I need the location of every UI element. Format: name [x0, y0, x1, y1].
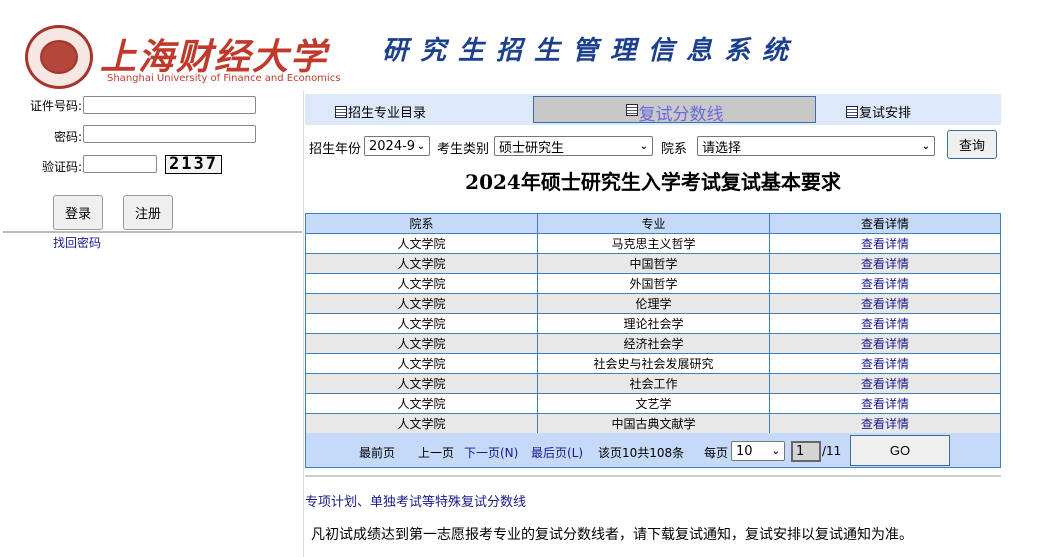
captcha-input[interactable] — [83, 155, 157, 173]
chevron-down-icon: ⌄ — [771, 445, 780, 457]
per-page-select[interactable]: 10 ⌄ — [731, 441, 785, 461]
id-number-label: 证件号码: — [29, 99, 82, 113]
tab-retest-schedule[interactable]: 复试安排 — [846, 102, 911, 121]
column-header-department: 院系 — [305, 213, 538, 234]
retest-notice: 凡初试成绩达到第一志愿报考专业的复试分数线者，请下载复试通知，复试安排以复试通知… — [311, 527, 913, 543]
candidate-type-value: 硕士研究生 — [499, 140, 565, 156]
per-page-label: 每页 — [704, 446, 729, 460]
page-number-input[interactable]: 1 — [791, 441, 821, 462]
major-cell: 中国古典文献学 — [537, 413, 770, 434]
chevron-down-icon: ⌄ — [639, 140, 648, 152]
year-select[interactable]: 2024-9 ⌄ — [364, 136, 430, 156]
department-cell: 人文学院 — [305, 253, 538, 274]
table-row: 人文学院 中国哲学 查看详情 — [305, 253, 1001, 274]
details-link[interactable]: 查看详情 — [769, 293, 1001, 314]
captcha-image[interactable]: 2137 — [165, 155, 222, 174]
major-cell: 经济社会学 — [537, 333, 770, 354]
per-page-value: 10 — [736, 443, 753, 459]
details-link[interactable]: 查看详情 — [769, 333, 1001, 354]
column-header-details: 查看详情 — [769, 213, 1001, 234]
special-score-line-link[interactable]: 专项计划、单独考试等特殊复试分数线 — [305, 491, 526, 510]
major-cell: 马克思主义哲学 — [537, 233, 770, 254]
details-link[interactable]: 查看详情 — [769, 233, 1001, 254]
details-link[interactable]: 查看详情 — [769, 253, 1001, 274]
prev-page-link[interactable]: 上一页 — [418, 444, 454, 461]
details-link[interactable]: 查看详情 — [769, 413, 1001, 434]
tab-label: 复试安排 — [859, 106, 912, 121]
score-line-table: 院系 专业 查看详情 人文学院 马克思主义哲学 查看详情 人文学院 中国哲学 查看详情 人文… — [305, 213, 1001, 434]
department-cell: 人文学院 — [305, 353, 538, 374]
total-pages: /11 — [822, 444, 842, 458]
table-row: 人文学院 外国哲学 查看详情 — [305, 273, 1001, 294]
department-select[interactable]: 请选择 ⌄ — [697, 136, 935, 156]
details-link[interactable]: 查看详情 — [769, 373, 1001, 394]
go-button[interactable]: GO — [850, 435, 950, 466]
major-cell: 社会工作 — [537, 373, 770, 394]
table-row: 人文学院 伦理学 查看详情 — [305, 293, 1001, 314]
captcha-label: 验证码: — [41, 160, 82, 174]
tab-label: 复试分数线 — [638, 105, 724, 125]
details-link[interactable]: 查看详情 — [769, 393, 1001, 414]
document-icon — [625, 104, 638, 116]
university-seal-logo — [25, 25, 93, 89]
table-row: 人文学院 社会史与社会发展研究 查看详情 — [305, 353, 1001, 374]
next-page-link[interactable]: 下一页(N) — [464, 444, 518, 461]
major-cell: 中国哲学 — [537, 253, 770, 274]
department-label: 院系 — [661, 142, 688, 157]
password-input[interactable] — [83, 125, 256, 143]
department-value: 请选择 — [702, 140, 742, 156]
details-link[interactable]: 查看详情 — [769, 313, 1001, 334]
department-cell: 人文学院 — [305, 413, 538, 434]
page-summary: 该页10共108条 — [598, 446, 685, 460]
major-cell: 理论社会学 — [537, 313, 770, 334]
query-button[interactable]: 查询 — [947, 130, 997, 159]
system-title: 研究生招生管理信息系统 — [382, 36, 801, 66]
department-cell: 人文学院 — [305, 373, 538, 394]
tab-program-catalog[interactable]: 招生专业目录 — [335, 102, 426, 121]
candidate-type-label: 考生类别 — [437, 142, 490, 157]
login-button[interactable]: 登录 — [53, 195, 103, 230]
page-heading: 2024年硕士研究生入学考试复试基本要求 — [465, 170, 841, 194]
table-row: 人文学院 经济社会学 查看详情 — [305, 333, 1001, 354]
university-name-en: Shanghai University of Finance and Econo… — [107, 73, 341, 84]
table-row: 人文学院 理论社会学 查看详情 — [305, 313, 1001, 334]
table-row: 人文学院 中国古典文献学 查看详情 — [305, 413, 1001, 434]
details-link[interactable]: 查看详情 — [769, 353, 1001, 374]
year-label: 招生年份 — [309, 142, 362, 157]
candidate-type-select[interactable]: 硕士研究生 ⌄ — [494, 136, 653, 156]
divider — [3, 231, 302, 233]
department-cell: 人文学院 — [305, 393, 538, 414]
table-header-row: 院系 专业 查看详情 — [305, 213, 1001, 234]
major-cell: 社会史与社会发展研究 — [537, 353, 770, 374]
year-value: 2024-9 — [369, 138, 416, 154]
department-cell: 人文学院 — [305, 233, 538, 254]
department-cell: 人文学院 — [305, 333, 538, 354]
pagination-bar: 最前页 上一页 下一页(N) 最后页(L) 该页10共108条 每页 10 ⌄ 1… — [305, 433, 1001, 468]
major-cell: 文艺学 — [537, 393, 770, 414]
major-cell: 外国哲学 — [537, 273, 770, 294]
tab-label: 招生专业目录 — [348, 106, 427, 121]
forgot-password-link[interactable]: 找回密码 — [53, 234, 101, 251]
chevron-down-icon: ⌄ — [921, 140, 930, 152]
details-link[interactable]: 查看详情 — [769, 273, 1001, 294]
divider — [305, 475, 1001, 477]
table-row: 人文学院 社会工作 查看详情 — [305, 373, 1001, 394]
first-page-link[interactable]: 最前页 — [359, 444, 395, 461]
tab-retest-score-line[interactable]: 复试分数线 — [533, 96, 816, 125]
id-number-input[interactable] — [83, 96, 256, 114]
table-row: 人文学院 马克思主义哲学 查看详情 — [305, 233, 1001, 254]
major-cell: 伦理学 — [537, 293, 770, 314]
department-cell: 人文学院 — [305, 273, 538, 294]
column-header-major: 专业 — [537, 213, 770, 234]
last-page-link[interactable]: 最后页(L) — [531, 444, 583, 461]
register-button[interactable]: 注册 — [123, 195, 173, 230]
document-icon — [335, 105, 347, 118]
document-icon — [846, 105, 858, 118]
password-label: 密码: — [53, 130, 82, 144]
table-row: 人文学院 文艺学 查看详情 — [305, 393, 1001, 414]
department-cell: 人文学院 — [305, 293, 538, 314]
panel-border — [303, 91, 304, 557]
department-cell: 人文学院 — [305, 313, 538, 334]
chevron-down-icon: ⌄ — [416, 140, 425, 152]
